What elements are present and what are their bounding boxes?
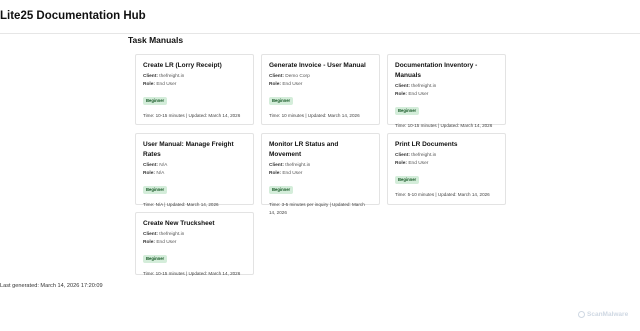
role-label: Role: bbox=[143, 171, 155, 176]
client-value: Demo Corp bbox=[285, 74, 310, 79]
manual-card[interactable]: Documentation Inventory - Manuals Client… bbox=[387, 54, 506, 128]
manual-client: Client: thefreight.in bbox=[395, 83, 498, 91]
level-badge: Beginner bbox=[269, 186, 294, 194]
manual-client: Client: thefreight.in bbox=[143, 73, 246, 81]
manual-footer: Time: 10-15 minutes | Updated: March 14,… bbox=[143, 271, 241, 276]
site-title: Lite25 Documentation Hub bbox=[0, 10, 146, 22]
level-badge: Beginner bbox=[143, 255, 168, 263]
role-value: N/A bbox=[156, 171, 165, 176]
manual-title[interactable]: Print LR Documents bbox=[395, 140, 498, 150]
role-label: Role: bbox=[395, 92, 407, 97]
watermark-text: ScanMalware bbox=[587, 311, 629, 318]
client-label: Client: bbox=[269, 163, 284, 168]
manual-role: Role: End User bbox=[269, 81, 372, 89]
level-badge: Beginner bbox=[143, 186, 168, 194]
scanmalware-watermark: ScanMalware bbox=[578, 311, 628, 318]
client-value: thefreight.in bbox=[411, 84, 437, 89]
client-label: Client: bbox=[143, 163, 158, 168]
role-label: Role: bbox=[269, 82, 281, 87]
manual-role: Role: End User bbox=[395, 160, 498, 168]
manual-card[interactable]: Create LR (Lorry Receipt) Client: thefre… bbox=[135, 54, 254, 125]
manual-footer: Time: 3-5 minutes per inquiry | Updated:… bbox=[269, 202, 365, 215]
manual-client: Client: thefreight.in bbox=[395, 152, 498, 160]
manual-card[interactable]: Monitor LR Status and Movement Client: t… bbox=[261, 133, 380, 215]
manual-footer: Time: 10-15 minutes | Updated: March 14,… bbox=[143, 113, 241, 118]
manual-card[interactable]: Generate Invoice - User Manual Client: D… bbox=[261, 54, 380, 125]
client-value: N/A bbox=[159, 163, 168, 168]
manual-footer: Time: 10 minutes | Updated: March 14, 20… bbox=[269, 113, 360, 118]
level-badge: Beginner bbox=[395, 107, 420, 115]
manual-title[interactable]: Generate Invoice - User Manual bbox=[269, 61, 372, 71]
manual-title[interactable]: Create LR (Lorry Receipt) bbox=[143, 61, 246, 71]
manual-client: Client: Demo Corp bbox=[269, 73, 372, 81]
role-value: End User bbox=[282, 82, 303, 87]
manual-role: Role: N/A bbox=[143, 170, 246, 178]
site-header: Lite25 Documentation Hub bbox=[0, 0, 640, 34]
role-value: End User bbox=[156, 240, 177, 245]
client-value: thefreight.in bbox=[411, 153, 437, 158]
manual-card[interactable]: User Manual: Manage Freight Rates Client… bbox=[135, 133, 254, 207]
manual-client: Client: thefreight.in bbox=[269, 162, 372, 170]
role-value: End User bbox=[282, 171, 303, 176]
section-title: Task Manuals bbox=[128, 35, 184, 45]
manual-footer: Time: 10-15 minutes | Updated: March 14,… bbox=[395, 123, 493, 128]
manual-role: Role: End User bbox=[269, 170, 372, 178]
manual-title[interactable]: User Manual: Manage Freight Rates bbox=[143, 140, 246, 160]
manual-title[interactable]: Create New Trucksheet bbox=[143, 219, 246, 229]
manual-card[interactable]: Print LR Documents Client: thefreight.in… bbox=[387, 133, 506, 205]
watermark-logo-icon bbox=[578, 311, 585, 318]
last-generated: Last generated: March 14, 2026 17:20:09 bbox=[0, 283, 103, 289]
role-label: Role: bbox=[395, 161, 407, 166]
client-label: Client: bbox=[143, 74, 158, 79]
client-label: Client: bbox=[143, 232, 158, 237]
role-label: Role: bbox=[143, 82, 155, 87]
client-label: Client: bbox=[395, 84, 410, 89]
manual-client: Client: N/A bbox=[143, 162, 246, 170]
manual-role: Role: End User bbox=[143, 239, 246, 247]
manual-card[interactable]: Create New Trucksheet Client: thefreight… bbox=[135, 212, 254, 276]
client-value: thefreight.in bbox=[159, 74, 185, 79]
manual-title[interactable]: Monitor LR Status and Movement bbox=[269, 140, 372, 160]
role-value: End User bbox=[408, 92, 429, 97]
client-label: Client: bbox=[395, 153, 410, 158]
client-value: thefreight.in bbox=[285, 163, 311, 168]
manual-title[interactable]: Documentation Inventory - Manuals bbox=[395, 61, 498, 81]
role-value: End User bbox=[408, 161, 429, 166]
level-badge: Beginner bbox=[395, 176, 420, 184]
manual-footer: Time: 5-10 minutes | Updated: March 14, … bbox=[395, 192, 490, 197]
manual-client: Client: thefreight.in bbox=[143, 231, 246, 239]
level-badge: Beginner bbox=[143, 97, 168, 105]
manual-role: Role: End User bbox=[395, 91, 498, 99]
level-badge: Beginner bbox=[269, 97, 294, 105]
role-label: Role: bbox=[269, 171, 281, 176]
client-value: thefreight.in bbox=[159, 232, 185, 237]
manual-role: Role: End User bbox=[143, 81, 246, 89]
manual-footer: Time: N/A | Updated: March 14, 2026 bbox=[143, 202, 219, 207]
client-label: Client: bbox=[269, 74, 284, 79]
role-label: Role: bbox=[143, 240, 155, 245]
role-value: End User bbox=[156, 82, 177, 87]
